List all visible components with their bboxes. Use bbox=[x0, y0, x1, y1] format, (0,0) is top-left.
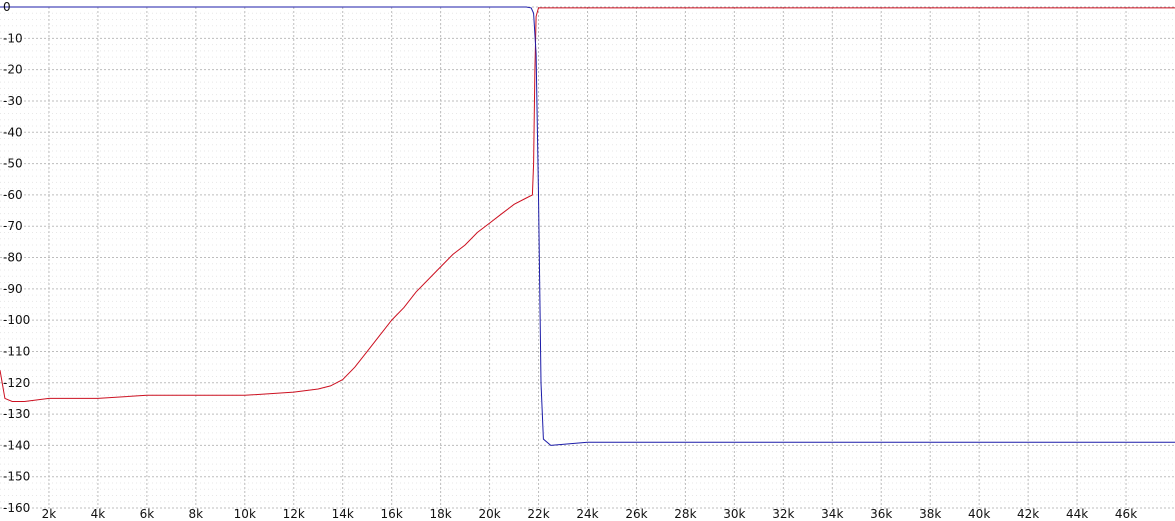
y-tick-label: -110 bbox=[3, 344, 30, 358]
x-tick-label: 30k bbox=[723, 507, 745, 521]
frequency-response-chart: 0 -10 -20 -30 -40 -50 -60 -70 -80 -90 -100 -110 -120… bbox=[0, 0, 1175, 521]
x-tick-label: 14k bbox=[332, 507, 354, 521]
y-tick-label: -70 bbox=[3, 219, 23, 233]
x-tick-label: 22k bbox=[527, 507, 549, 521]
x-tick-label: 2k bbox=[42, 507, 57, 521]
x-tick-label: 40k bbox=[968, 507, 990, 521]
x-tick-label: 36k bbox=[870, 507, 892, 521]
x-tick-label: 42k bbox=[1017, 507, 1039, 521]
x-tick-label: 24k bbox=[576, 507, 598, 521]
x-tick-label: 34k bbox=[821, 507, 843, 521]
x-tick-label: 6k bbox=[140, 507, 155, 521]
x-tick-label: 26k bbox=[625, 507, 647, 521]
y-tick-label: -60 bbox=[3, 188, 23, 202]
x-tick-label: 32k bbox=[772, 507, 794, 521]
x-tick-label: 20k bbox=[478, 507, 500, 521]
y-tick-label: -160 bbox=[3, 501, 30, 515]
y-tick-label: -50 bbox=[3, 157, 23, 171]
x-tick-label: 10k bbox=[234, 507, 256, 521]
y-tick-label: -80 bbox=[3, 251, 23, 265]
x-tick-label: 44k bbox=[1066, 507, 1088, 521]
y-tick-label: -100 bbox=[3, 313, 30, 327]
x-tick-label: 16k bbox=[381, 507, 403, 521]
y-tick-label: -140 bbox=[3, 438, 30, 452]
x-tick-label: 46k bbox=[1115, 507, 1137, 521]
y-tick-label: -90 bbox=[3, 282, 23, 296]
y-tick-label: -30 bbox=[3, 94, 23, 108]
y-tick-label: -20 bbox=[3, 63, 23, 77]
x-tick-label: 4k bbox=[91, 507, 106, 521]
x-tick-label: 12k bbox=[283, 507, 305, 521]
y-tick-label: -150 bbox=[3, 470, 30, 484]
y-tick-label: 0 bbox=[3, 0, 11, 14]
x-tick-label: 18k bbox=[430, 507, 452, 521]
x-tick-label: 8k bbox=[189, 507, 204, 521]
y-tick-label: -40 bbox=[3, 125, 23, 139]
x-tick-label: 38k bbox=[919, 507, 941, 521]
y-tick-label: -120 bbox=[3, 376, 30, 390]
x-tick-label: 28k bbox=[674, 507, 696, 521]
y-tick-label: -10 bbox=[3, 31, 23, 45]
y-tick-label: -130 bbox=[3, 407, 30, 421]
